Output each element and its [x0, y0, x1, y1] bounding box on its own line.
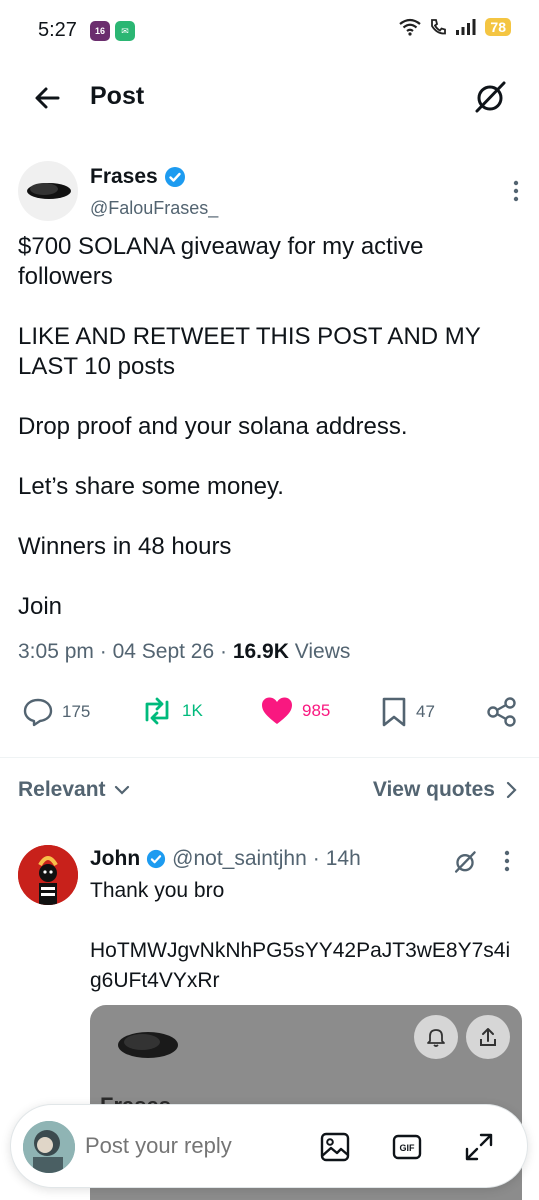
post-meta: 3:05 pm · 04 Sept 26 · 16.9K Views — [18, 640, 350, 664]
battery-indicator: 78 — [485, 18, 511, 36]
share-icon — [487, 697, 516, 727]
meta-separator: · — [220, 640, 233, 663]
message-app-icon: ✉ — [115, 21, 135, 41]
reply-input[interactable] — [85, 1133, 305, 1159]
chevron-down-icon — [114, 785, 129, 795]
bookmark-button[interactable]: 47 — [380, 696, 435, 728]
verified-badge-icon — [147, 849, 166, 869]
reply-text: Thank you bro HoTMWJgvNkNhPG5sYY42PaJT3w… — [90, 879, 511, 992]
divider — [0, 757, 539, 758]
avatar-image — [18, 845, 78, 905]
post-time: 3:05 pm — [18, 640, 94, 663]
bell-icon — [427, 1029, 445, 1047]
meta-separator: · — [99, 640, 113, 663]
reply-author-avatar[interactable] — [18, 845, 78, 905]
gif-icon[interactable]: GIF — [391, 1131, 423, 1163]
view-quotes-label: View quotes — [372, 778, 495, 801]
page-title: Post — [90, 82, 145, 110]
grok-icon[interactable] — [452, 849, 478, 875]
more-options-icon[interactable] — [513, 180, 519, 202]
view-quotes-link[interactable]: View quotes — [373, 778, 517, 802]
sort-relevant-dropdown[interactable]: Relevant — [18, 778, 130, 802]
avatar-image — [27, 183, 71, 199]
reply-count: 175 — [62, 702, 91, 721]
current-user-avatar — [23, 1121, 75, 1173]
back-arrow-icon[interactable] — [30, 80, 66, 116]
views-count[interactable]: 16.9K — [233, 640, 289, 663]
embedded-share-button[interactable] — [466, 1015, 510, 1059]
reply-age: 14h — [325, 847, 361, 870]
like-count: 985 — [302, 701, 331, 720]
heart-filled-icon — [262, 697, 292, 724]
reply-header: John @not_saintjhn · 14h — [90, 847, 361, 871]
gif-label: GIF — [400, 1143, 416, 1153]
app-header: Post — [0, 62, 539, 132]
reply-button[interactable]: 175 — [22, 696, 90, 728]
reply-author-handle[interactable]: @not_saintjhn — [172, 847, 307, 871]
share-button[interactable] — [486, 696, 518, 728]
post-text: $700 SOLANA giveaway for my active follo… — [18, 233, 481, 620]
status-time: 5:27 — [38, 19, 77, 41]
call-icon — [431, 19, 447, 35]
like-button[interactable]: 985 — [260, 696, 330, 726]
author-avatar[interactable] — [18, 161, 78, 221]
signal-icon — [456, 19, 476, 35]
expand-icon[interactable] — [463, 1131, 495, 1163]
upload-icon — [480, 1028, 496, 1046]
replies-sort-row: Relevant View quotes — [0, 775, 539, 811]
author-name-text: Frases — [90, 165, 158, 188]
status-indicators: 78 — [399, 18, 511, 36]
reply-composer[interactable]: GIF — [10, 1104, 528, 1188]
more-options-icon[interactable] — [504, 850, 510, 872]
image-icon[interactable] — [319, 1131, 351, 1163]
calendar-app-icon: 16 — [90, 21, 110, 41]
post-date: 04 Sept 26 — [112, 640, 215, 663]
repost-button[interactable]: 1K — [140, 696, 203, 726]
sort-label: Relevant — [18, 778, 106, 801]
embedded-avatar-image — [118, 1032, 178, 1058]
grok-icon[interactable] — [471, 78, 509, 116]
post-actions: 175 1K 985 47 — [0, 690, 539, 736]
author-handle[interactable]: @FalouFrases_ — [90, 198, 218, 219]
author-name[interactable]: Frases — [90, 165, 186, 189]
bookmark-count: 47 — [416, 702, 435, 721]
meta-separator: · — [312, 847, 320, 870]
repost-icon — [145, 697, 169, 725]
status-bar: 5:27 16 ✉ 78 — [0, 0, 539, 62]
embedded-grok-button[interactable] — [414, 1015, 458, 1059]
reply-author-name[interactable]: John — [90, 847, 140, 871]
avatar-image — [23, 1121, 75, 1173]
reply-icon — [23, 698, 53, 727]
views-label: Views — [294, 640, 351, 663]
repost-count: 1K — [182, 701, 203, 720]
chevron-right-icon — [506, 781, 517, 799]
wifi-icon — [399, 18, 422, 36]
bookmark-icon — [382, 697, 406, 727]
verified-badge-icon — [164, 167, 185, 188]
